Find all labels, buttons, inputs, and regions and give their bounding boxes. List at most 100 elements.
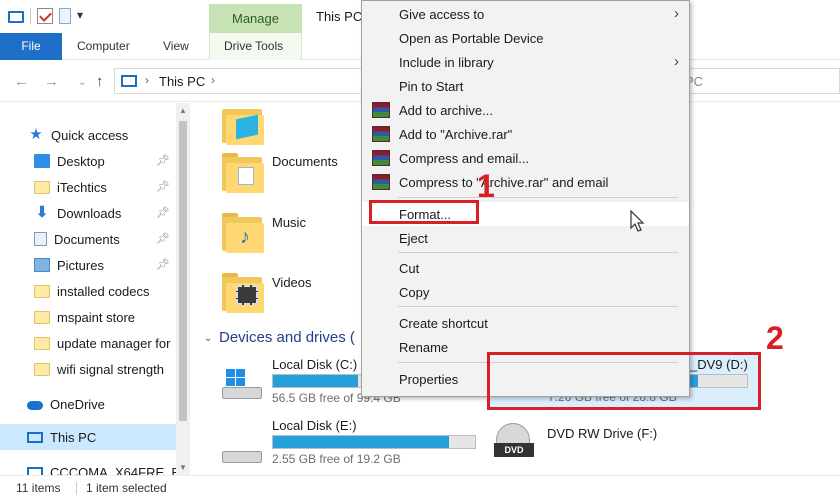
new-folder-icon[interactable] [59,8,71,24]
pin-icon[interactable]: 📌︎ [156,154,170,167]
drive-name[interactable]: Local Disk (E:) [272,418,357,433]
devices-and-drives-header[interactable]: Devices and drives ( [219,329,355,346]
folder-label[interactable]: Documents [272,154,338,169]
scrollbar-thumb[interactable] [179,121,187,421]
folder-label[interactable]: Music [272,215,306,230]
folder-videos[interactable] [222,271,264,313]
sidebar-item-label: installed codecs [57,283,150,299]
sidebar-item-label: Downloads [57,205,122,221]
chevron-down-icon[interactable]: ⌄ [204,333,212,344]
menu-item-label: Properties [399,372,459,387]
cloud-icon [27,401,43,410]
navigation-pane-scrollbar[interactable]: ▲ ▼ [176,103,190,475]
menu-item-compress-and-email[interactable]: Compress and email... [362,146,689,170]
menu-item-label: Open as Portable Device [399,31,544,46]
menu-item-give-access[interactable]: Give access to › [362,2,689,26]
sidebar-item-label: wifi signal strength [57,361,164,377]
menu-divider [398,306,678,307]
hard-drive-icon [222,451,262,463]
menu-item-label: Add to "Archive.rar" [399,127,513,142]
sidebar-item-pictures[interactable]: Pictures 📌︎ [34,252,176,278]
sidebar-item-itechtics[interactable]: iTechtics 📌︎ [34,174,176,200]
menu-item-label: Compress to "Archive.rar" and email [399,175,609,190]
folder-music[interactable]: ♪ [222,211,264,253]
windows-pane [226,378,235,386]
customize-toolbar-icon[interactable]: ▾ [77,8,93,24]
sidebar-item-wifi-signal-strength[interactable]: wifi signal strength [34,356,176,382]
folder-documents[interactable] [222,151,264,193]
sidebar-item-quick-access[interactable]: ★ Quick access [28,122,190,148]
sidebar-item-mspaint-store[interactable]: mspaint store [34,304,176,330]
winrar-icon [372,126,390,142]
windows-pane [236,378,245,386]
documents-icon [34,232,47,246]
folder-icon [34,180,50,194]
menu-item-add-to-archive-rar[interactable]: Add to "Archive.rar" [362,122,689,146]
computer-icon [27,431,43,443]
tab-view[interactable]: View [163,33,189,60]
forward-arrow-icon[interactable]: → [44,73,59,90]
sidebar-item-this-pc[interactable]: This PC [0,424,176,450]
folder-icon [34,310,50,324]
film-icon [236,285,258,305]
menu-item-include-in-library[interactable]: Include in library › [362,50,689,74]
sidebar-item-desktop[interactable]: Desktop 📌︎ [34,148,176,174]
menu-item-open-portable-device[interactable]: Open as Portable Device [362,26,689,50]
document-icon [238,167,254,185]
tab-drive-tools[interactable]: Drive Tools [224,33,283,60]
chevron-right-icon[interactable]: › [211,73,215,87]
sidebar-item-cccoma[interactable]: CCCOMA_X64FRE_EN [27,459,176,475]
chevron-right-icon[interactable]: › [145,73,149,87]
status-bar: 11 items 1 item selected [0,475,840,500]
pin-icon[interactable]: 📌︎ [156,232,170,245]
pin-icon[interactable]: 📌︎ [156,258,170,271]
menu-item-compress-to-rar-and-email[interactable]: Compress to "Archive.rar" and email [362,170,689,194]
menu-item-pin-to-start[interactable]: Pin to Start [362,74,689,98]
folder-label[interactable]: Videos [272,275,312,290]
menu-item-create-shortcut[interactable]: Create shortcut [362,311,689,335]
hard-drive-icon [222,387,262,399]
drive-name[interactable]: DVD RW Drive (F:) [547,426,657,441]
context-menu: Give access to › Open as Portable Device… [361,0,690,397]
drive-usage-fill [273,436,449,448]
download-icon: ⬇ [35,204,49,221]
menu-item-copy[interactable]: Copy [362,280,689,304]
breadcrumb[interactable]: This PC [159,74,205,89]
back-arrow-icon[interactable]: ← [14,73,29,90]
scroll-down-icon[interactable]: ▼ [179,463,187,472]
sidebar-item-documents[interactable]: Documents 📌︎ [34,226,176,252]
menu-item-label: Compress and email... [399,151,530,166]
sidebar-item-installed-codecs[interactable]: installed codecs [34,278,176,304]
menu-item-label: Pin to Start [399,79,464,94]
menu-item-label: Cut [399,261,420,276]
recent-locations-icon[interactable]: ⌄ [78,77,86,88]
scroll-up-icon[interactable]: ▲ [179,106,187,115]
sidebar-item-downloads[interactable]: ⬇ Downloads 📌︎ [34,200,176,226]
pin-icon[interactable]: 📌︎ [156,206,170,219]
windows-logo-icon [226,369,246,387]
tab-computer[interactable]: Computer [77,33,130,60]
folder-3d-objects[interactable] [222,103,264,145]
menu-item-cut[interactable]: Cut [362,256,689,280]
tab-file[interactable]: File [0,33,62,60]
pin-icon[interactable]: 📌︎ [156,180,170,193]
drive-name[interactable]: Local Disk (C:) [272,357,357,372]
sidebar-item-label: CCCOMA_X64FRE_EN [50,464,176,476]
up-arrow-icon[interactable]: ↑ [96,73,104,90]
menu-item-label: Rename [399,340,449,355]
local-disk-e-icon[interactable] [218,429,262,469]
winrar-icon [372,174,390,190]
menu-item-label: Eject [399,231,428,246]
folder-icon [34,336,50,350]
winrar-icon [372,102,390,118]
sidebar-item-update-manager[interactable]: update manager for [34,330,176,356]
local-disk-c-icon[interactable] [218,365,262,405]
mouse-pointer-icon [630,210,645,232]
menu-item-label: Give access to [399,7,485,22]
properties-icon[interactable] [37,8,53,24]
manage-tab[interactable]: Manage [209,4,302,33]
dvd-drive-icon[interactable]: DVD [494,421,538,461]
sidebar-item-onedrive[interactable]: OneDrive [27,391,176,417]
computer-icon [8,10,24,23]
menu-item-add-to-archive[interactable]: Add to archive... [362,98,689,122]
